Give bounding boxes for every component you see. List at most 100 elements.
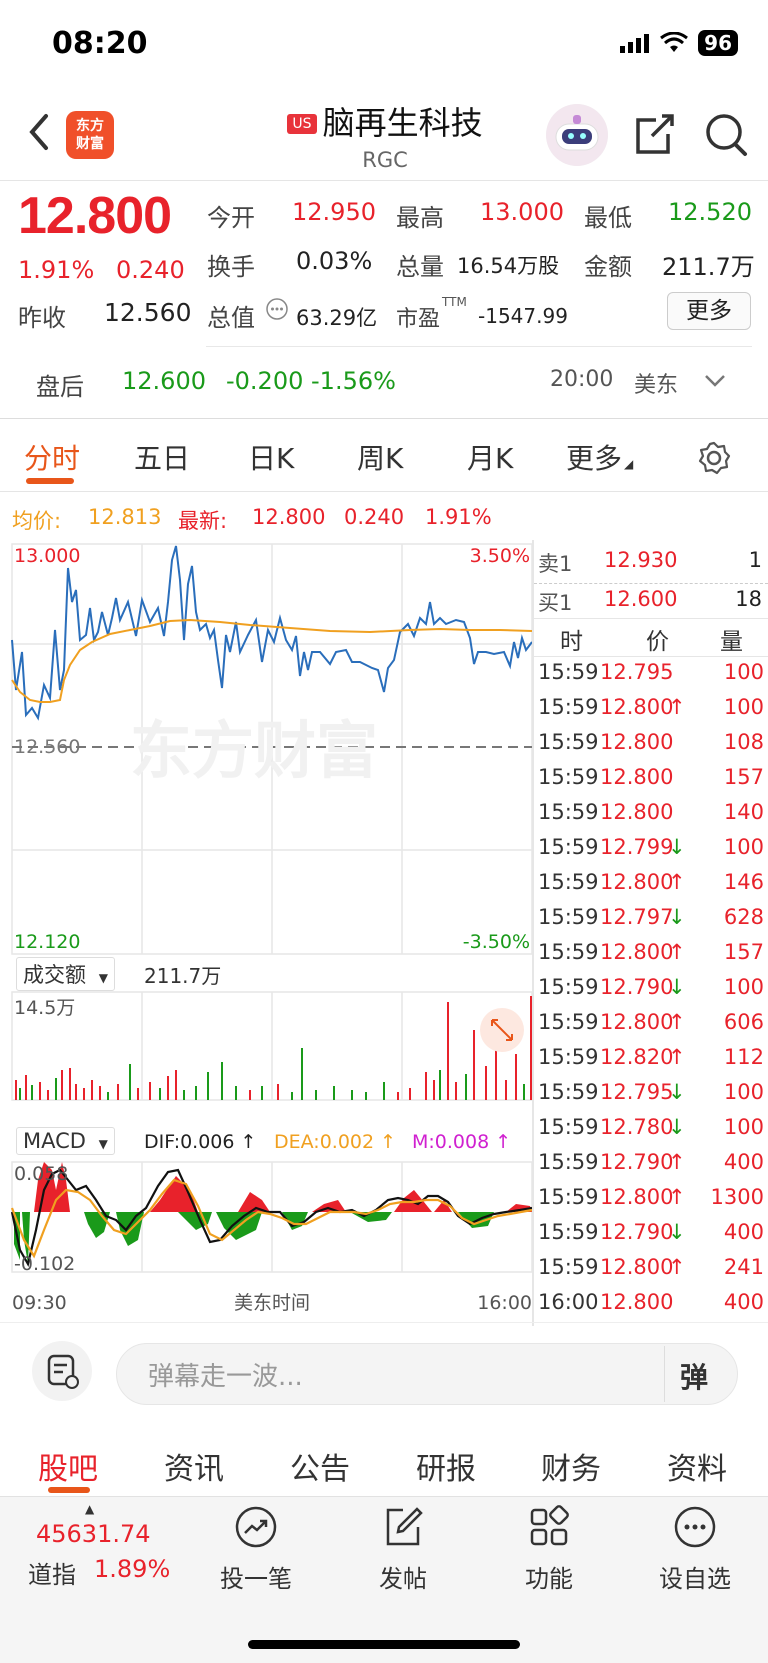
arrow-up-icon: ↑: [668, 940, 686, 964]
tick-time: 15:59: [538, 1115, 599, 1139]
tick-row: 15:59 12.800 108: [538, 730, 764, 765]
col-time: 时: [560, 629, 583, 655]
low-value: 12.520: [668, 198, 752, 226]
last-price: 12.800: [18, 187, 172, 245]
gear-icon[interactable]: [696, 440, 732, 476]
tick-row: 15:59 12.820 ↑ 112: [538, 1045, 764, 1080]
tick-row: 15:59 12.780 ↓ 100: [538, 1115, 764, 1150]
macd-indicator-label: MACD: [23, 1129, 86, 1153]
status-time: 08:20: [52, 26, 148, 61]
tab-five-day[interactable]: 五日: [134, 437, 190, 477]
tick-qty: 157: [723, 940, 764, 964]
tick-time: 15:59: [538, 870, 599, 894]
ask-price: 12.930: [604, 548, 678, 572]
divider: [664, 1346, 665, 1402]
bid-label: 买1: [538, 591, 573, 615]
tick-time: 15:59: [538, 1080, 599, 1104]
expand-icon[interactable]: [480, 1008, 524, 1052]
ask-row: 卖1 12.930 1: [538, 548, 762, 578]
tick-price: 12.800: [600, 695, 674, 719]
tick-price: 12.800: [600, 730, 674, 754]
amount-label: 金额: [584, 253, 632, 281]
macd-axis-top: 0.058: [14, 1163, 68, 1185]
pe-label: 市盈: [396, 307, 441, 332]
functions-label: 功能: [525, 1565, 573, 1593]
avg-price-label: 均价:: [12, 509, 62, 533]
prev-close-value: 12.560: [104, 298, 192, 327]
intraday-chart[interactable]: 东方财富 13.000 12.560 12.120 3.50% -3.50% 1…: [0, 540, 534, 1330]
tick-qty: 100: [723, 1080, 764, 1104]
tick-price: 12.790: [600, 975, 674, 999]
tick-time: 15:59: [538, 940, 599, 964]
macd-indicator-select[interactable]: MACD ▼: [16, 1127, 115, 1155]
tick-row: 15:59 12.795 ↓ 100: [538, 1080, 764, 1115]
tick-qty: 108: [723, 730, 764, 754]
tab-intraday[interactable]: 分时: [24, 437, 80, 477]
add-watchlist-button[interactable]: 设自选: [635, 1505, 755, 1594]
tick-qty: 100: [723, 695, 764, 719]
volume-indicator-label: 成交额: [23, 963, 86, 987]
tick-qty: 400: [723, 1150, 764, 1174]
index-value[interactable]: 45631.74: [36, 1520, 151, 1548]
macd-m: M:0.008 ↑: [412, 1131, 512, 1153]
dropdown-arrow-icon: ▼: [98, 1137, 108, 1151]
arrow-down-icon: ↓: [668, 1115, 686, 1139]
search-icon[interactable]: [704, 110, 748, 158]
tab-weekly-k[interactable]: 周K: [357, 437, 403, 477]
tick-qty: 1300: [710, 1185, 764, 1209]
prev-close-label: 昨收: [18, 304, 66, 332]
tick-row: 15:59 12.800 ↑ 241: [538, 1255, 764, 1290]
caret-up-icon: ▲: [85, 1502, 95, 1516]
volume-indicator-select[interactable]: 成交额 ▼: [16, 957, 115, 991]
note-icon: [47, 1354, 79, 1389]
functions-button[interactable]: 功能: [489, 1505, 609, 1594]
tab-announcements[interactable]: 公告: [290, 1444, 350, 1488]
tick-row: 15:59 12.799 ↓ 100: [538, 835, 764, 870]
tab-daily-k[interactable]: 日K: [248, 437, 294, 477]
index-name[interactable]: 道指: [28, 1555, 76, 1590]
pe-value: -1547.99: [478, 304, 568, 328]
tick-qty: 400: [723, 1220, 764, 1244]
note-button[interactable]: [32, 1341, 92, 1401]
more-quote-button[interactable]: 更多: [667, 292, 751, 330]
stock-title: US 脑再生科技 RGC: [230, 98, 540, 172]
volume-value: 16.54万股: [457, 254, 560, 278]
info-more-icon[interactable]: [266, 298, 288, 320]
arrow-down-icon: ↓: [668, 1220, 686, 1244]
after-hours-change-amount: -0.200: [226, 367, 304, 395]
danmu-toggle-button[interactable]: 弹: [680, 1356, 708, 1396]
turnover-value: 0.03%: [296, 247, 373, 275]
divider: [0, 1322, 768, 1323]
assistant-avatar-icon[interactable]: [546, 104, 608, 166]
tick-time: 15:59: [538, 975, 599, 999]
tab-news[interactable]: 资讯: [164, 1444, 224, 1488]
tab-finance[interactable]: 财务: [541, 1444, 601, 1488]
app-logo: 东方财富: [66, 111, 114, 159]
volume-grid: [11, 991, 533, 1101]
col-qty: 量: [720, 629, 743, 655]
tick-time: 15:59: [538, 1010, 599, 1034]
tick-time: 15:59: [538, 1220, 599, 1244]
tab-guba[interactable]: 股吧: [38, 1444, 98, 1488]
post-button[interactable]: 发帖: [343, 1505, 463, 1594]
active-tab-indicator: [48, 1487, 90, 1493]
divider: [206, 346, 752, 347]
arrow-up-icon: ↑: [668, 870, 686, 894]
share-icon[interactable]: [632, 112, 676, 156]
chart-watermark: 东方财富: [130, 714, 378, 787]
invest-button[interactable]: 投一笔: [196, 1505, 316, 1594]
back-icon[interactable]: [26, 112, 54, 152]
price-axis-top: 13.000: [14, 545, 80, 567]
open-value: 12.950: [292, 198, 376, 226]
tick-price: 12.780: [600, 1115, 674, 1139]
invest-label: 投一笔: [220, 1565, 292, 1593]
tab-more[interactable]: 更多 ◢: [566, 437, 633, 477]
home-indicator[interactable]: [248, 1640, 520, 1649]
tab-research[interactable]: 研报: [416, 1444, 476, 1488]
volume-total: 211.7万: [144, 964, 222, 988]
tab-monthly-k[interactable]: 月K: [467, 437, 513, 477]
chevron-down-icon[interactable]: [704, 374, 726, 388]
tab-profile[interactable]: 资料: [667, 1444, 727, 1488]
tick-qty: 241: [723, 1255, 764, 1279]
tick-row: 15:59 12.800 ↑ 1300: [538, 1185, 764, 1220]
